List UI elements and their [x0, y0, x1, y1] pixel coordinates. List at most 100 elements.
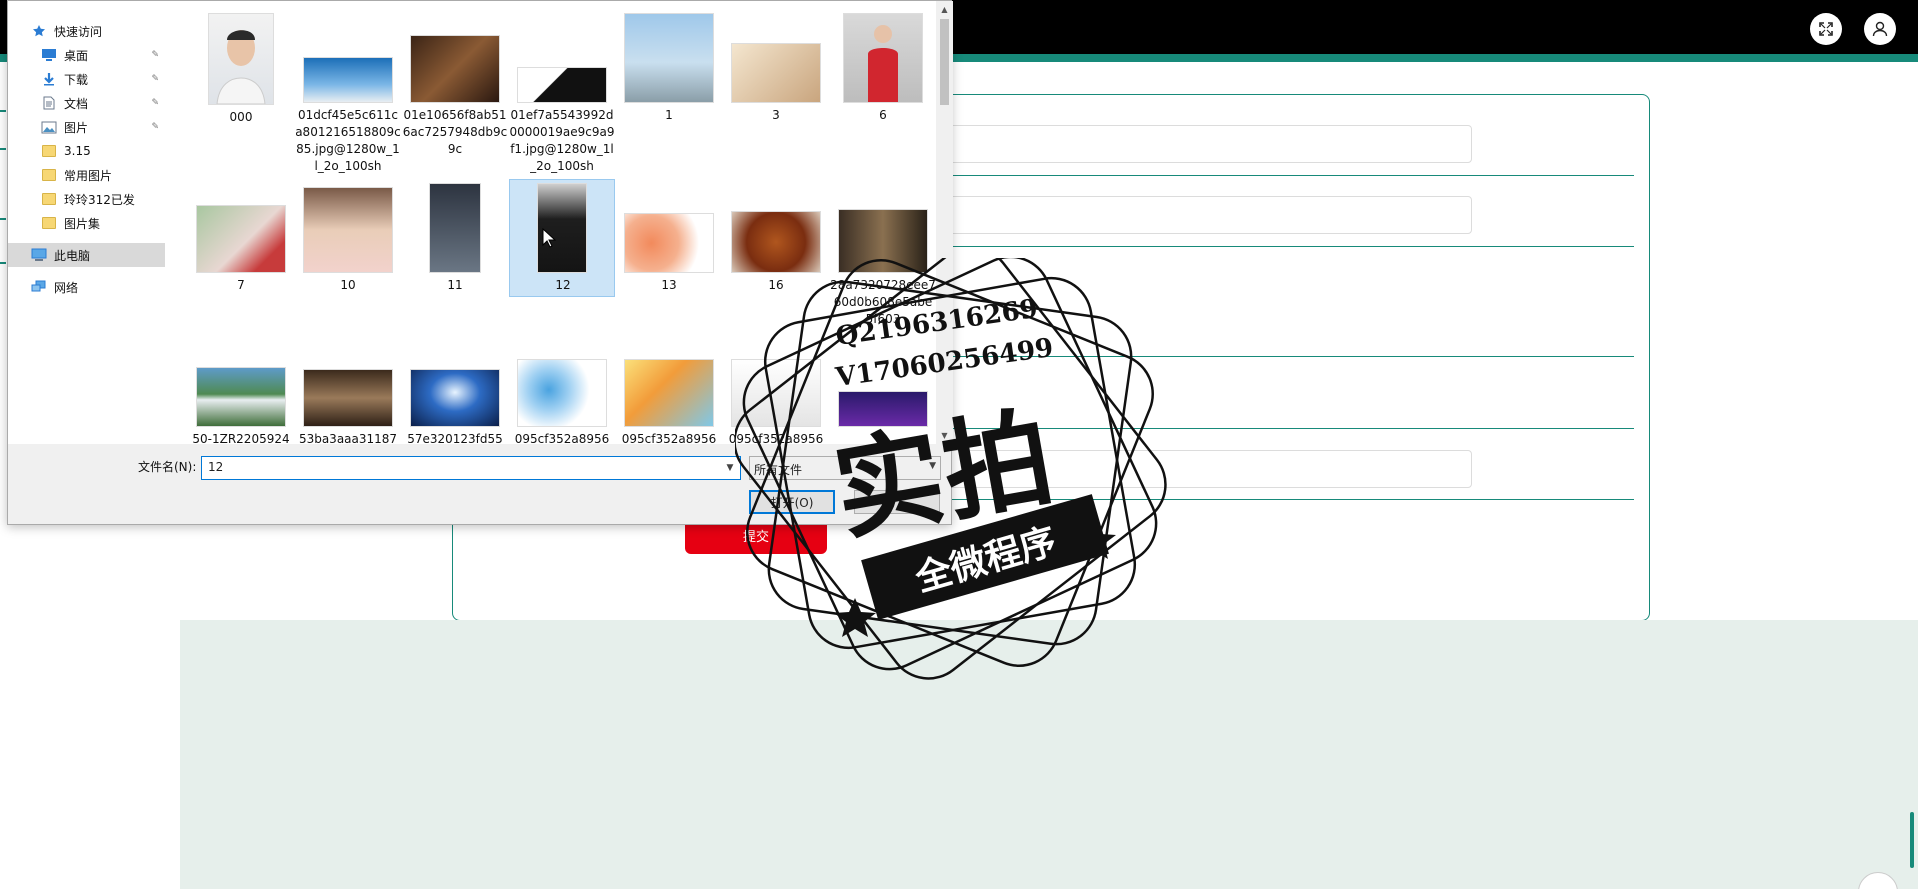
file-name: 7 — [237, 278, 245, 292]
scroll-up-icon[interactable]: ▲ — [936, 1, 953, 18]
file-tile[interactable]: 28a7320728eee760d0b608e5abe5f603 — [830, 179, 936, 329]
form-field-input[interactable] — [920, 196, 1472, 234]
file-name: 50-1ZR2205924 — [192, 432, 290, 444]
file-name: 000 — [229, 110, 253, 124]
nav-item-documents[interactable]: 文档 ✎ — [8, 91, 165, 115]
file-tile[interactable]: 01e10656f8ab516ac7257948db9c9c — [402, 9, 508, 159]
scrollbar-thumb[interactable] — [940, 19, 949, 105]
file-thumbnail — [843, 13, 923, 103]
file-tile[interactable]: 10 — [295, 179, 401, 299]
file-thumbnail — [838, 209, 928, 273]
nav-item-label: 桌面 — [64, 48, 89, 63]
content-background — [180, 620, 1918, 889]
download-icon — [40, 71, 58, 87]
mouse-pointer-icon — [542, 228, 556, 248]
form-field-input[interactable] — [920, 125, 1472, 163]
document-icon — [40, 95, 58, 111]
star-icon — [30, 23, 48, 39]
file-name: 01ef7a5543992d0000019ae9c9a9f1.jpg@1280w… — [509, 108, 615, 173]
file-tile[interactable]: 13 — [616, 179, 722, 299]
nav-item-label: 常用图片 — [64, 168, 113, 183]
network-icon — [30, 279, 48, 295]
file-tile[interactable]: 1 — [616, 9, 722, 129]
file-thumbnail — [517, 359, 607, 427]
left-nav-marker — [0, 148, 6, 150]
file-thumbnail — [410, 369, 500, 427]
nav-item-label: 3.15 — [64, 144, 91, 158]
file-thumbnail — [196, 205, 286, 273]
pin-icon: ✎ — [151, 122, 159, 132]
nav-item-folder-picture-set[interactable]: 图片集 — [8, 211, 165, 235]
file-tile[interactable]: 7 — [188, 179, 294, 299]
nav-item-label: 图片集 — [64, 216, 101, 231]
file-grid: 000 01dcf45e5c611ca801216518809c85.jpg@1… — [176, 1, 936, 444]
left-nav-marker — [0, 262, 6, 264]
cancel-button[interactable] — [854, 490, 940, 514]
file-tile[interactable] — [830, 351, 936, 444]
left-nav-marker — [0, 110, 6, 112]
file-thumbnail — [410, 35, 500, 103]
chevron-down-icon[interactable]: ▼ — [720, 456, 740, 480]
nav-item-label: 玲玲312已发 — [64, 192, 135, 207]
file-tile[interactable]: 095cf352a8956 — [509, 351, 615, 444]
folder-icon — [40, 215, 58, 231]
file-thumbnail — [303, 57, 393, 103]
file-thumbnail — [303, 369, 393, 427]
nav-item-pictures[interactable]: 图片 ✎ — [8, 115, 165, 139]
form-field-input[interactable] — [920, 450, 1472, 488]
file-thumbnail — [838, 391, 928, 427]
nav-item-this-pc[interactable]: 此电脑 — [8, 243, 165, 267]
dialog-footer: 文件名(N): 12 ▼ 所有文件 ▼ 打开(O) — [8, 444, 951, 524]
nav-item-desktop[interactable]: 桌面 ✎ — [8, 43, 165, 67]
nav-item-folder-common-pictures[interactable]: 常用图片 — [8, 163, 165, 187]
file-tile[interactable]: 6 — [830, 9, 936, 129]
file-type-select[interactable]: 所有文件 ▼ — [749, 456, 941, 480]
nav-item-folder-3-15[interactable]: 3.15 — [8, 139, 165, 163]
nav-item-downloads[interactable]: 下载 ✎ — [8, 67, 165, 91]
chevron-down-icon: ▼ — [929, 461, 936, 471]
file-thumbnail — [517, 67, 607, 103]
file-tile[interactable]: 50-1ZR2205924 — [188, 351, 294, 444]
nav-item-label: 此电脑 — [54, 248, 91, 263]
pictures-icon — [40, 119, 58, 135]
file-tile[interactable]: 57e320123fd55 — [402, 351, 508, 444]
file-name: 12 — [555, 278, 571, 292]
nav-item-label: 快速访问 — [54, 24, 103, 39]
file-name: 13 — [661, 278, 677, 292]
open-button[interactable]: 打开(O) — [749, 490, 835, 514]
user-avatar-icon[interactable] — [1864, 13, 1896, 45]
fullscreen-icon[interactable] — [1810, 13, 1842, 45]
file-name: 1 — [665, 108, 673, 122]
file-name: 53ba3aaa31187 — [298, 432, 398, 444]
file-tile[interactable]: 01dcf45e5c611ca801216518809c85.jpg@1280w… — [295, 9, 401, 179]
file-open-dialog: 快速访问 桌面 ✎ 下载 ✎ 文档 ✎ 图片 ✎ 3.15 常用图片 玲玲312… — [7, 0, 953, 525]
scroll-down-icon[interactable]: ▼ — [936, 427, 953, 444]
file-grid-scrollbar[interactable]: ▲ ▼ — [936, 1, 953, 444]
file-tile[interactable]: 16 — [723, 179, 829, 299]
file-tile[interactable]: 11 — [402, 179, 508, 299]
file-tile[interactable]: 095cf352a8956 — [723, 351, 829, 444]
folder-icon — [40, 191, 58, 207]
file-tile[interactable]: 01ef7a5543992d0000019ae9c9a9f1.jpg@1280w… — [509, 9, 615, 179]
file-tile[interactable]: 000 — [188, 9, 294, 139]
file-tile[interactable]: 3 — [723, 9, 829, 129]
page-scrollbar[interactable] — [1910, 812, 1914, 868]
computer-icon — [30, 247, 48, 263]
file-tile[interactable]: 53ba3aaa31187 — [295, 351, 401, 444]
file-tile-selected[interactable]: 12 — [509, 179, 615, 297]
filename-input[interactable]: 12 — [201, 456, 741, 480]
file-thumbnail — [624, 213, 714, 273]
nav-item-folder-lingling[interactable]: 玲玲312已发 — [8, 187, 165, 211]
file-name: 16 — [768, 278, 784, 292]
pin-icon: ✎ — [151, 74, 159, 84]
file-thumbnail — [731, 359, 821, 427]
nav-item-label: 图片 — [64, 120, 89, 135]
file-name: 57e320123fd55 — [407, 432, 503, 444]
file-thumbnail — [429, 183, 481, 273]
nav-item-network[interactable]: 网络 — [8, 275, 165, 299]
file-name: 095cf352a8956 — [621, 432, 717, 444]
nav-item-quick-access[interactable]: 快速访问 — [8, 19, 165, 43]
file-thumbnail — [208, 13, 274, 105]
open-button-label: 打开(O) — [770, 495, 814, 510]
file-tile[interactable]: 095cf352a8956 — [616, 351, 722, 444]
